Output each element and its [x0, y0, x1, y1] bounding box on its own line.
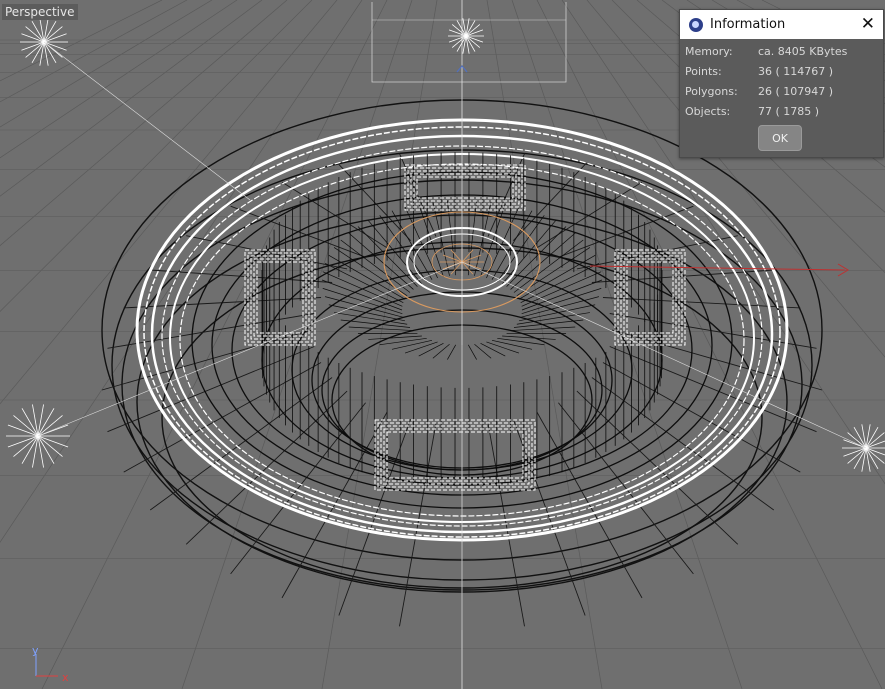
axis-y-label: y — [32, 644, 39, 657]
memory-label: Memory: — [685, 45, 733, 58]
polygons-label: Polygons: — [685, 85, 738, 98]
objects-label: Objects: — [685, 105, 731, 118]
cinema4d-icon — [689, 17, 703, 32]
polygons-value: 26 ( 107947 ) — [758, 85, 834, 98]
objects-value: 77 ( 1785 ) — [758, 105, 820, 118]
axis-gizmo: y x — [28, 644, 78, 686]
axis-x-label: x — [62, 671, 69, 684]
memory-value: ca. 8405 KBytes — [758, 45, 848, 58]
viewport-camera-label[interactable]: Perspective — [2, 4, 78, 20]
information-dialog[interactable]: Information ✕ Memory: ca. 8405 KBytes Po… — [679, 9, 884, 158]
points-value: 36 ( 114767 ) — [758, 65, 834, 78]
ok-button[interactable]: OK — [758, 125, 802, 151]
close-icon[interactable]: ✕ — [861, 14, 875, 34]
points-label: Points: — [685, 65, 722, 78]
dialog-title-bar[interactable]: Information ✕ — [680, 10, 883, 39]
dialog-title: Information — [710, 17, 786, 32]
